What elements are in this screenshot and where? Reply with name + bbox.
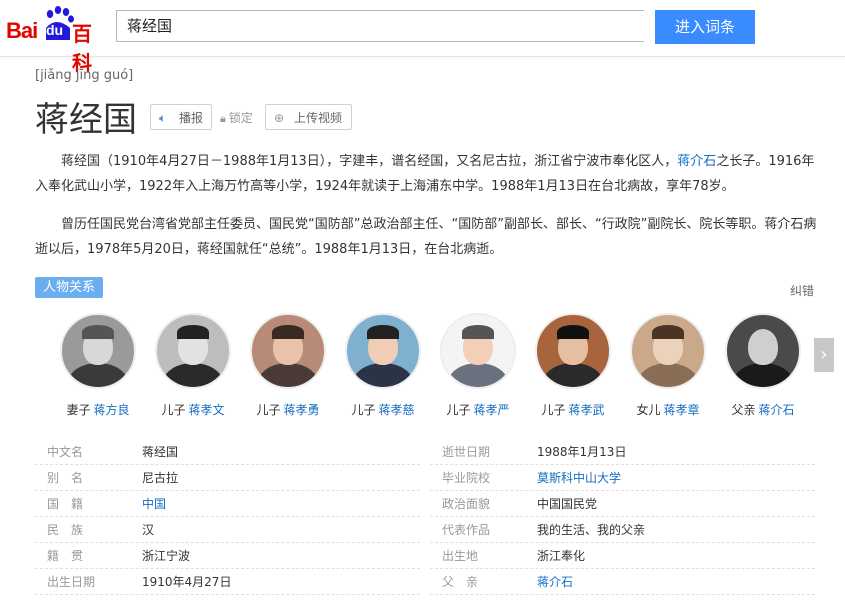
info-row: 民 族汉 [35,517,420,543]
info-value-link[interactable]: 莫斯科中山大学 [537,465,621,491]
lock-icon: 🔒︎ [220,112,226,125]
avatar [345,313,421,389]
info-key: 政治面貌 [442,497,491,511]
baidu-baike-logo[interactable]: Bai du 百科 [6,6,110,75]
broadcast-label: 播报 [179,111,204,125]
relation-name[interactable]: 蒋孝武 [569,403,605,417]
avatar [630,313,706,389]
upload-video-button[interactable]: ⊕ 上传视频 [265,104,352,130]
lock-status: 🔒︎ 锁定 [220,109,253,126]
relation-person-6[interactable]: 儿子 蒋孝武 [528,313,618,418]
avatar [250,313,326,389]
relation-person-2[interactable]: 儿子 蒋孝文 [148,313,238,418]
info-key: 出生地 [442,549,479,563]
upload-video-label: 上传视频 [294,111,343,125]
info-key: 中文名 [47,445,84,459]
correct-error-link[interactable]: 纠错 [790,282,814,299]
info-value: 中国国民党 [537,497,598,511]
relation-person-3[interactable]: 儿子 蒋孝勇 [243,313,333,418]
relation-label: 妻子 [66,403,91,417]
info-key: 逝世日期 [442,445,491,459]
relation-name[interactable]: 蒋孝慈 [379,403,415,417]
relation-name[interactable]: 蒋孝严 [474,403,510,417]
info-key: 毕业院校 [442,471,491,485]
info-key: 籍 贯 [47,549,84,563]
info-row: 出生日期 1910年4月27日 [35,569,420,595]
logo-bai: Bai [6,18,38,43]
summary-paragraph-2: 曾历任国民党台湾省党部主任委员、国民党“国防部”总政治部主任、“国防部”副部长、… [35,217,817,257]
info-value-link[interactable]: 中国 [142,491,166,517]
link-chiang-kai-shek[interactable]: 蒋介石 [677,154,716,169]
chevron-right-icon[interactable]: › [814,338,834,372]
top-header: Bai du 百科 蒋经国 进入词条 [0,0,845,75]
relation-name[interactable]: 蒋孝勇 [284,403,320,417]
info-value-link[interactable]: 蒋介石 [537,569,573,595]
avatar [535,313,611,389]
relation-label: 儿子 [541,403,566,417]
avatar [155,313,231,389]
info-row: 出生地 浙江奉化 [430,543,815,569]
page-title: 蒋经国 [35,100,137,140]
relation-label: 儿子 [446,403,471,417]
summary-text-a: 蒋经国（1910年4月27日－1988年1月13日），字建丰，谱名经国，又名尼古… [61,154,678,169]
info-key: 出生日期 [47,575,96,589]
relation-person-4[interactable]: 儿子 蒋孝慈 [338,313,428,418]
relation-name[interactable]: 蒋介石 [759,403,795,417]
relation-name[interactable]: 蒋孝章 [664,403,700,417]
avatar [725,313,801,389]
plus-circle-icon: ⊕ [274,111,285,125]
relation-label: 儿子 [256,403,281,417]
relation-name[interactable]: 蒋方良 [94,403,130,417]
info-row: 国 籍 中国 [35,491,420,517]
info-value: 1988年1月13日 [537,445,627,459]
info-row: 毕业院校 莫斯科中山大学 [430,465,815,491]
relation-name[interactable]: 蒋孝文 [189,403,225,417]
info-key: 代表作品 [442,523,491,537]
info-key: 国 籍 [47,497,84,511]
relation-person-1[interactable]: 妻子 蒋方良 [53,313,143,418]
info-value: 汉 [142,523,155,537]
info-value: 1910年4月27日 [142,575,232,589]
logo-du: du [46,22,64,38]
info-value: 蒋经国 [142,445,179,459]
relation-label: 父亲 [731,403,756,417]
relation-label: 儿子 [161,403,186,417]
info-value: 我的生活、我的父亲 [537,523,646,537]
pinyin-label: [jiǎng jīng guó] [35,68,134,83]
info-row: 籍 贯 浙江宁波 [35,543,420,569]
info-value: 浙江奉化 [537,549,586,563]
relation-person-5[interactable]: 儿子 蒋孝严 [433,313,523,418]
info-value: 浙江宁波 [142,549,191,563]
info-key: 别 名 [47,471,84,485]
broadcast-button[interactable]: 🔈︎ 播报 [150,104,212,130]
relation-person-7[interactable]: 女儿 蒋孝章 [623,313,713,418]
info-row: 逝世日期 1988年1月13日 [430,439,815,465]
relation-label: 儿子 [351,403,376,417]
relations-tag: 人物关系 [35,277,103,298]
info-row: 中文名 蒋经国 [35,439,420,465]
search-input[interactable]: 蒋经国 [116,10,644,42]
avatar [60,313,136,389]
info-row: 代表作品 我的生活、我的父亲 [430,517,815,543]
info-value: 尼古拉 [142,471,179,485]
info-row: 政治面貌 中国国民党 [430,491,815,517]
avatar [440,313,516,389]
info-row: 别 名 尼古拉 [35,465,420,491]
info-row: 父 亲 蒋介石 [430,569,815,595]
info-key: 民 族 [47,523,84,537]
summary-paragraph-1: 蒋经国（1910年4月27日－1988年1月13日），字建丰，谱名经国，又名尼古… [35,149,827,199]
enter-entry-button[interactable]: 进入词条 [655,10,755,44]
lock-label: 锁定 [228,111,253,125]
speaker-icon: 🔈︎ [159,111,167,125]
relation-person-8[interactable]: 父亲 蒋介石 [718,313,808,418]
info-key: 父 亲 [442,575,479,589]
relation-label: 女儿 [636,403,661,417]
